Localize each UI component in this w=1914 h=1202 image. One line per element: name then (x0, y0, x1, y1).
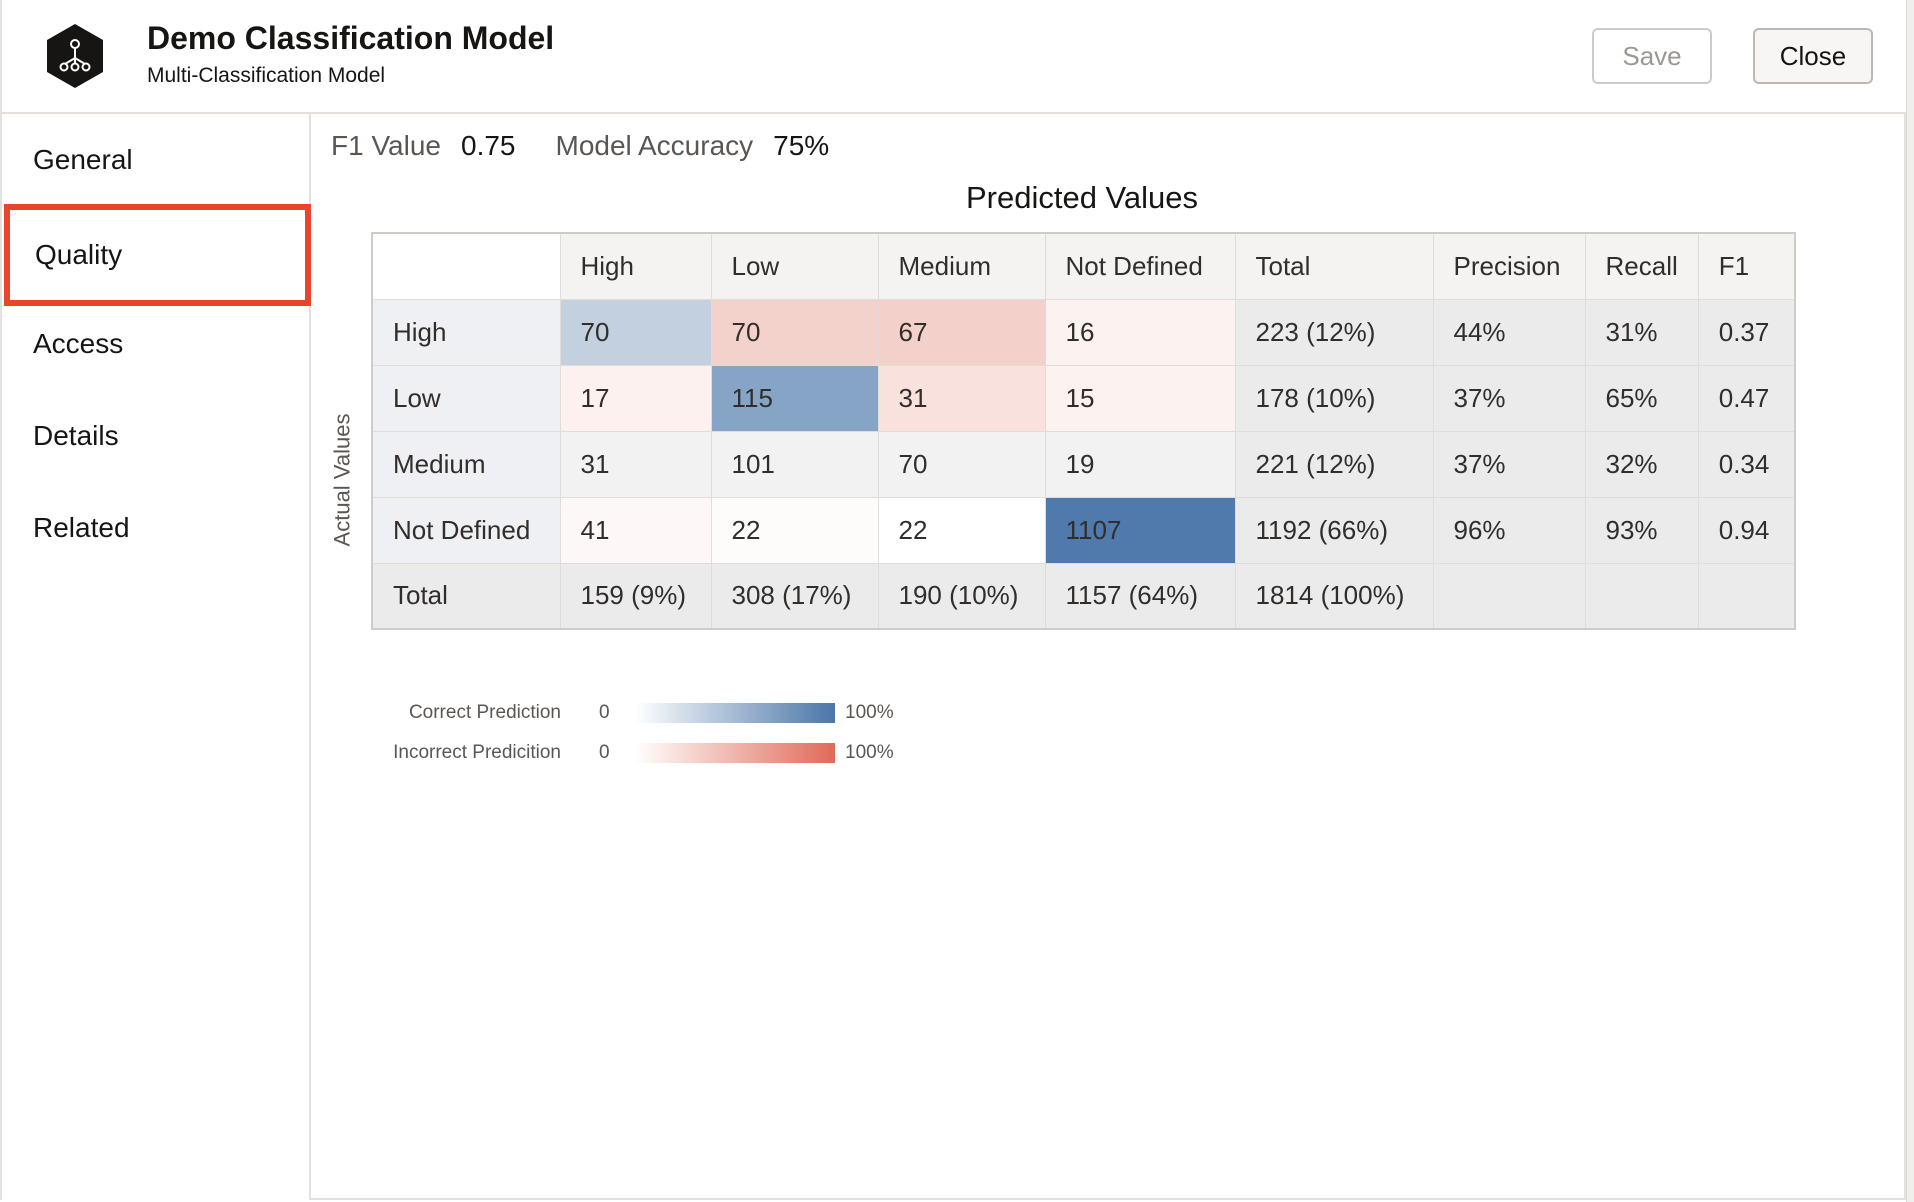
matrix-cell: 70 (710, 298, 879, 366)
matrix-cell: 67 (877, 298, 1046, 366)
column-total: 190 (10%) (877, 562, 1046, 630)
model-dialog: Demo Classification Model Multi-Classifi… (0, 0, 1908, 1200)
sidebar-item-general[interactable]: General (2, 114, 311, 206)
matrix-cell: 115 (710, 364, 879, 432)
save-button[interactable]: Save (1592, 28, 1712, 84)
matrix-corner (371, 232, 561, 300)
row-precision: 96% (1432, 496, 1586, 564)
row-recall: 32% (1584, 430, 1699, 498)
correct-gradient-bar (635, 703, 835, 723)
row-recall: 31% (1584, 298, 1699, 366)
matrix-row: High 70 70 67 16 223 (12%) 44% 31% 0.37 (371, 298, 1796, 366)
column-header: Precision (1432, 232, 1586, 300)
matrix-cell: 70 (877, 430, 1046, 498)
close-button[interactable]: Close (1753, 28, 1873, 84)
empty-cell (1697, 562, 1796, 630)
column-header: Low (710, 232, 879, 300)
predicted-values-title: Predicted Values (965, 180, 1199, 215)
column-header: Total (1234, 232, 1434, 300)
row-header: Medium (371, 430, 561, 498)
legend-incorrect: Incorrect Predicition 0 100% (371, 738, 894, 768)
row-recall: 93% (1584, 496, 1699, 564)
row-header: Not Defined (371, 496, 561, 564)
column-total: 1157 (64%) (1044, 562, 1236, 630)
row-f1: 0.34 (1697, 430, 1796, 498)
row-total: 221 (12%) (1234, 430, 1434, 498)
sidebar-item-related[interactable]: Related (2, 482, 311, 574)
f1-value-label: F1 Value (331, 130, 441, 161)
legend-correct: Correct Prediction 0 100% (371, 698, 894, 728)
f1-value: 0.75 (461, 130, 516, 161)
column-header: High (559, 232, 712, 300)
sidebar-item-details[interactable]: Details (2, 390, 311, 482)
row-header: Low (371, 364, 561, 432)
row-total: 223 (12%) (1234, 298, 1434, 366)
total-row-header: Total (371, 562, 561, 630)
grand-total: 1814 (100%) (1234, 562, 1434, 630)
row-f1: 0.37 (1697, 298, 1796, 366)
column-header: Medium (877, 232, 1046, 300)
column-header: Not Defined (1044, 232, 1236, 300)
column-header: F1 (1697, 232, 1796, 300)
row-total: 1192 (66%) (1234, 496, 1434, 564)
legend-min: 0 (599, 742, 610, 763)
row-header: High (371, 298, 561, 366)
legend-correct-label: Correct Prediction (408, 702, 561, 723)
model-accuracy-value: 75% (773, 130, 830, 161)
matrix-cell: 31 (559, 430, 712, 498)
row-f1: 0.94 (1697, 496, 1796, 564)
sidebar-item-access[interactable]: Access (2, 298, 311, 390)
sidebar-item-quality[interactable]: Quality (4, 204, 311, 306)
matrix-cell: 19 (1044, 430, 1236, 498)
row-precision: 44% (1432, 298, 1586, 366)
column-total: 159 (9%) (559, 562, 712, 630)
actual-values-axis: Actual Values (320, 320, 364, 640)
matrix-cell: 101 (710, 430, 879, 498)
row-precision: 37% (1432, 364, 1586, 432)
matrix-cell: 17 (559, 364, 712, 432)
row-precision: 37% (1432, 430, 1586, 498)
row-f1: 0.47 (1697, 364, 1796, 432)
empty-cell (1584, 562, 1699, 630)
legend-max: 100% (845, 702, 894, 723)
matrix-row: Low 17 115 31 15 178 (10%) 37% 65% 0.47 (371, 364, 1796, 432)
legend-incorrect-label: Incorrect Predicition (393, 742, 561, 763)
matrix-cell: 22 (877, 496, 1046, 564)
row-recall: 65% (1584, 364, 1699, 432)
matrix-cell: 22 (710, 496, 879, 564)
actual-values-label: Actual Values (329, 413, 354, 547)
matrix-cell: 31 (877, 364, 1046, 432)
matrix-cell: 15 (1044, 364, 1236, 432)
legend-min: 0 (599, 702, 610, 723)
matrix-cell: 41 (559, 496, 712, 564)
dialog-title: Demo Classification Model (147, 20, 555, 56)
confusion-matrix: High Low Medium Not Defined Total Precis… (371, 232, 1797, 630)
matrix-cell: 16 (1044, 298, 1236, 366)
matrix-total-row: Total 159 (9%) 308 (17%) 190 (10%) 1157 … (371, 562, 1796, 630)
dialog-subtitle: Multi-Classification Model (147, 64, 386, 87)
model-network-icon (44, 22, 106, 90)
column-total: 308 (17%) (710, 562, 879, 630)
empty-cell (1432, 562, 1586, 630)
legend-max: 100% (845, 742, 894, 763)
model-accuracy-label: Model Accuracy (555, 130, 754, 161)
window-scrollbar[interactable] (1906, 0, 1914, 1202)
matrix-row: Not Defined 41 22 22 1107 1192 (66%) 96%… (371, 496, 1796, 564)
row-total: 178 (10%) (1234, 364, 1434, 432)
sidebar-nav: General Quality Access Details Related (2, 114, 311, 1200)
matrix-row: Medium 31 101 70 19 221 (12%) 37% 32% 0.… (371, 430, 1796, 498)
incorrect-gradient-bar (635, 743, 835, 763)
matrix-cell: 70 (559, 298, 712, 366)
dialog-header: Demo Classification Model Multi-Classifi… (2, 0, 1908, 114)
matrix-header-row: High Low Medium Not Defined Total Precis… (371, 232, 1796, 300)
matrix-cell: 1107 (1044, 496, 1236, 564)
quality-metrics: F1 Value 0.75 Model Accuracy 75% (331, 126, 829, 166)
column-header: Recall (1584, 232, 1699, 300)
